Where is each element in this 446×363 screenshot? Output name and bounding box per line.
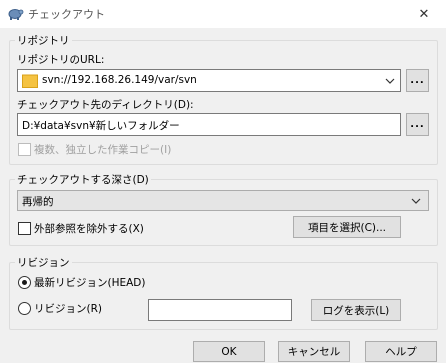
radio-selected-indicator	[22, 280, 27, 285]
repository-group-title: リポジトリ	[15, 33, 72, 48]
omit-externals-checkbox[interactable]	[18, 222, 31, 235]
window-title: チェックアウト	[28, 8, 105, 21]
checkout-directory-value: D:¥data¥svn¥新しいフォルダー	[22, 120, 180, 132]
multiple-copies-label: 複数、独立した作業コピー(I)	[34, 144, 172, 156]
repository-url-combobox[interactable]: svn://192.168.26.149/var/svn	[17, 69, 401, 92]
checkout-depth-group-title: チェックアウトする深さ(D)	[15, 172, 151, 187]
checkout-depth-dropdown[interactable]: 再帰的	[17, 190, 429, 211]
chevron-down-icon[interactable]	[384, 75, 396, 87]
checkout-depth-value: 再帰的	[22, 196, 54, 208]
head-revision-radio[interactable]	[18, 276, 31, 289]
revision-number-field[interactable]	[148, 299, 292, 321]
specific-revision-label: リビジョン(R)	[34, 303, 102, 315]
checkout-directory-field[interactable]: D:¥data¥svn¥新しいフォルダー	[17, 113, 401, 136]
multiple-copies-checkbox[interactable]	[18, 143, 31, 156]
ok-button[interactable]: OK	[193, 341, 265, 362]
browse-url-button[interactable]: ...	[406, 69, 429, 92]
close-icon: ✕	[418, 6, 430, 22]
chevron-down-icon	[411, 198, 421, 204]
browse-directory-button[interactable]: ...	[406, 113, 429, 136]
cancel-button[interactable]: キャンセル	[278, 341, 350, 362]
head-revision-label: 最新リビジョン(HEAD)	[34, 277, 146, 289]
repository-url-value: svn://192.168.26.149/var/svn	[42, 74, 197, 86]
help-button[interactable]: ヘルプ	[365, 341, 437, 362]
title-bar: チェックアウト ✕	[0, 0, 446, 28]
choose-items-button[interactable]: 項目を選択(C)...	[293, 216, 401, 238]
specific-revision-radio[interactable]	[18, 302, 31, 315]
omit-externals-label: 外部参照を除外する(X)	[34, 223, 144, 235]
show-log-button[interactable]: ログを表示(L)	[311, 299, 401, 321]
checkout-dialog: チェックアウト ✕ リポジトリ リポジトリのURL: svn://192.168…	[0, 0, 446, 363]
close-button[interactable]: ✕	[402, 0, 446, 28]
checkout-directory-label: チェックアウト先のディレクトリ(D):	[17, 99, 194, 111]
repository-url-label: リポジトリのURL:	[17, 54, 105, 66]
tortoise-app-icon	[8, 9, 24, 20]
folder-icon	[22, 74, 38, 88]
revision-group-title: リビジョン	[15, 255, 72, 270]
